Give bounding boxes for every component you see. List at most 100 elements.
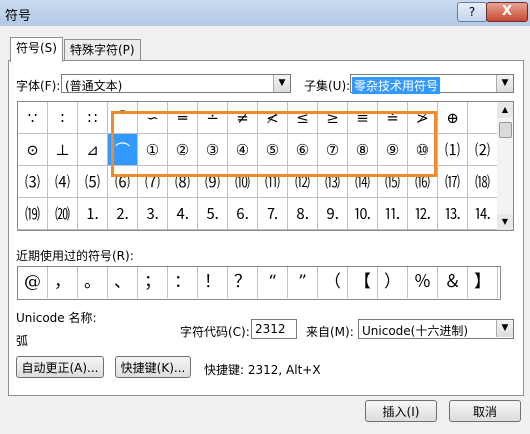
recent-symbol-cell[interactable]: ＆: [438, 267, 468, 298]
symbol-cell[interactable]: ≠: [228, 102, 258, 134]
symbol-cell[interactable]: ⑤: [258, 134, 288, 166]
symbol-cell[interactable]: ⑧: [348, 134, 378, 166]
symbol-cell[interactable]: ⒅: [468, 166, 498, 198]
recent-symbol-cell[interactable]: （: [318, 267, 348, 298]
shortcut-key-button[interactable]: 快捷键(K)...: [115, 356, 191, 378]
recent-symbol-cell[interactable]: “: [258, 267, 288, 298]
recent-symbol-cell[interactable]: 。: [78, 267, 108, 298]
chevron-down-icon[interactable]: ▼: [273, 75, 290, 92]
symbol-cell[interactable]: ⒒: [378, 198, 408, 230]
symbol-cell[interactable]: ⒆: [18, 198, 48, 230]
recent-symbol-cell[interactable]: ）: [378, 267, 408, 298]
symbol-cell[interactable]: ≯: [408, 102, 438, 134]
symbol-cell[interactable]: ∶: [48, 102, 78, 134]
symbol-grid-scrollbar[interactable]: ▲ ▼: [497, 101, 514, 231]
recent-symbol-cell[interactable]: 、: [108, 267, 138, 298]
char-code-input[interactable]: 2312: [251, 319, 297, 339]
scroll-up-icon[interactable]: ▲: [497, 102, 513, 118]
symbol-cell[interactable]: ①: [138, 134, 168, 166]
symbol-cell[interactable]: ═: [168, 102, 198, 134]
cancel-button[interactable]: 取消: [449, 400, 521, 422]
symbol-cell[interactable]: ⒏: [288, 198, 318, 230]
symbol-cell[interactable]: [468, 102, 498, 134]
recent-symbols-grid[interactable]: @，。、；：！？ “” （【）％＆】: [17, 266, 501, 300]
symbol-cell[interactable]: ③: [198, 134, 228, 166]
symbol-cell[interactable]: ⒈: [78, 198, 108, 230]
symbol-cell[interactable]: ⑽: [228, 166, 258, 198]
symbol-cell[interactable]: ⒄: [438, 166, 468, 198]
symbol-cell[interactable]: ⒎: [258, 198, 288, 230]
recent-symbol-cell[interactable]: ：: [168, 267, 198, 298]
symbol-cell[interactable]: ④: [228, 134, 258, 166]
tab-special-characters[interactable]: 特殊字符(P): [64, 39, 141, 60]
tab-symbols[interactable]: 符号(S): [10, 37, 63, 62]
recent-symbol-cell[interactable]: ！: [198, 267, 228, 298]
autocorrect-button[interactable]: 自动更正(A)...: [16, 356, 104, 378]
recent-symbol-cell[interactable]: ；: [138, 267, 168, 298]
symbol-cell[interactable]: ⑦: [318, 134, 348, 166]
symbol-cell[interactable]: ⒕: [468, 198, 498, 230]
symbol-cell[interactable]: ⑻: [168, 166, 198, 198]
insert-button[interactable]: 插入(I): [365, 400, 437, 422]
symbol-cell[interactable]: ⑸: [78, 166, 108, 198]
symbol-cell[interactable]: ≥: [318, 102, 348, 134]
symbol-cell[interactable]: ⑴: [438, 134, 468, 166]
symbol-cell[interactable]: ⒉: [108, 198, 138, 230]
symbol-cell[interactable]: ⊙: [18, 134, 48, 166]
scroll-thumb[interactable]: [499, 122, 512, 138]
symbol-cell[interactable]: ⑥: [288, 134, 318, 166]
symbol-cell[interactable]: ⑼: [198, 166, 228, 198]
symbol-cell[interactable]: ⒍: [228, 198, 258, 230]
symbol-cell[interactable]: ≡: [348, 102, 378, 134]
symbol-cell[interactable]: ⒁: [348, 166, 378, 198]
symbol-cell[interactable]: ⑿: [288, 166, 318, 198]
symbol-cell[interactable]: ⒃: [408, 166, 438, 198]
symbol-cell[interactable]: ⑺: [138, 166, 168, 198]
recent-symbol-cell[interactable]: ？: [228, 267, 258, 298]
symbol-cell[interactable]: ⒂: [378, 166, 408, 198]
symbol-cell[interactable]: ⑷: [48, 166, 78, 198]
recent-symbol-cell[interactable]: @: [18, 267, 48, 298]
symbol-cell[interactable]: ⒇: [48, 198, 78, 230]
symbol-cell[interactable]: ⌒: [108, 134, 138, 166]
scroll-down-icon[interactable]: ▼: [497, 214, 513, 230]
close-button[interactable]: X: [486, 2, 528, 22]
symbol-cell[interactable]: ⑵: [468, 134, 498, 166]
recent-symbol-cell[interactable]: ”: [288, 267, 318, 298]
recent-symbol-cell[interactable]: ％: [408, 267, 438, 298]
font-select[interactable]: (普通文本) ▼: [61, 74, 291, 93]
symbol-cell[interactable]: ≐: [378, 102, 408, 134]
symbol-cell[interactable]: ∷: [78, 102, 108, 134]
symbol-cell[interactable]: ∵: [18, 102, 48, 134]
recent-symbol-cell[interactable]: ，: [48, 267, 78, 298]
help-button[interactable]: ?: [457, 2, 487, 22]
symbol-cell[interactable]: ⑹: [108, 166, 138, 198]
symbol-cell[interactable]: ⊥: [48, 134, 78, 166]
recent-symbol-cell[interactable]: 】: [468, 267, 498, 298]
symbol-cell[interactable]: ⑩: [408, 134, 438, 166]
symbol-cell[interactable]: ⑨: [378, 134, 408, 166]
symbol-cell[interactable]: ⑶: [18, 166, 48, 198]
symbol-cell[interactable]: ⊕: [438, 102, 468, 134]
symbol-cell[interactable]: ⒋: [168, 198, 198, 230]
symbol-cell[interactable]: ∽: [138, 102, 168, 134]
symbol-cell[interactable]: ②: [168, 134, 198, 166]
symbol-cell[interactable]: ⊿: [78, 134, 108, 166]
symbol-cell[interactable]: ⒑: [348, 198, 378, 230]
symbol-cell[interactable]: ⒓: [408, 198, 438, 230]
symbol-cell[interactable]: ⑾: [258, 166, 288, 198]
symbol-cell[interactable]: ⌒: [108, 102, 138, 134]
symbol-cell[interactable]: ⒔: [438, 198, 468, 230]
from-select[interactable]: Unicode(十六进制) ▼: [358, 319, 514, 339]
symbol-cell[interactable]: ∸: [198, 102, 228, 134]
symbol-cell[interactable]: ⒌: [198, 198, 228, 230]
chevron-down-icon[interactable]: ▼: [496, 320, 513, 337]
symbol-cell[interactable]: ⒊: [138, 198, 168, 230]
symbol-cell[interactable]: ⒀: [318, 166, 348, 198]
chevron-down-icon[interactable]: ▼: [496, 75, 513, 92]
symbol-cell[interactable]: ≮: [258, 102, 288, 134]
symbol-grid[interactable]: ∵ ∶ ∷ ⌒ ∽ ═ ∸ ≠ ≮ ≤ ≥ ≡ ≐ ≯ ⊕ ⊙ ⊥ ⊿ ⌒ ① ② ③ ④ ⑤ ⑥ ⑦ ⑧ ⑨ ⑩ ⑴ ⑵ ⑶ ⑷ ⑸ ⑹ ⑺ ⑻ ⑼ ⑽ ⑾…: [17, 101, 499, 231]
symbol-cell[interactable]: ⒐: [318, 198, 348, 230]
recent-symbol-cell[interactable]: 【: [348, 267, 378, 298]
subset-select[interactable]: 零杂技术用符号 ▼: [350, 74, 514, 94]
